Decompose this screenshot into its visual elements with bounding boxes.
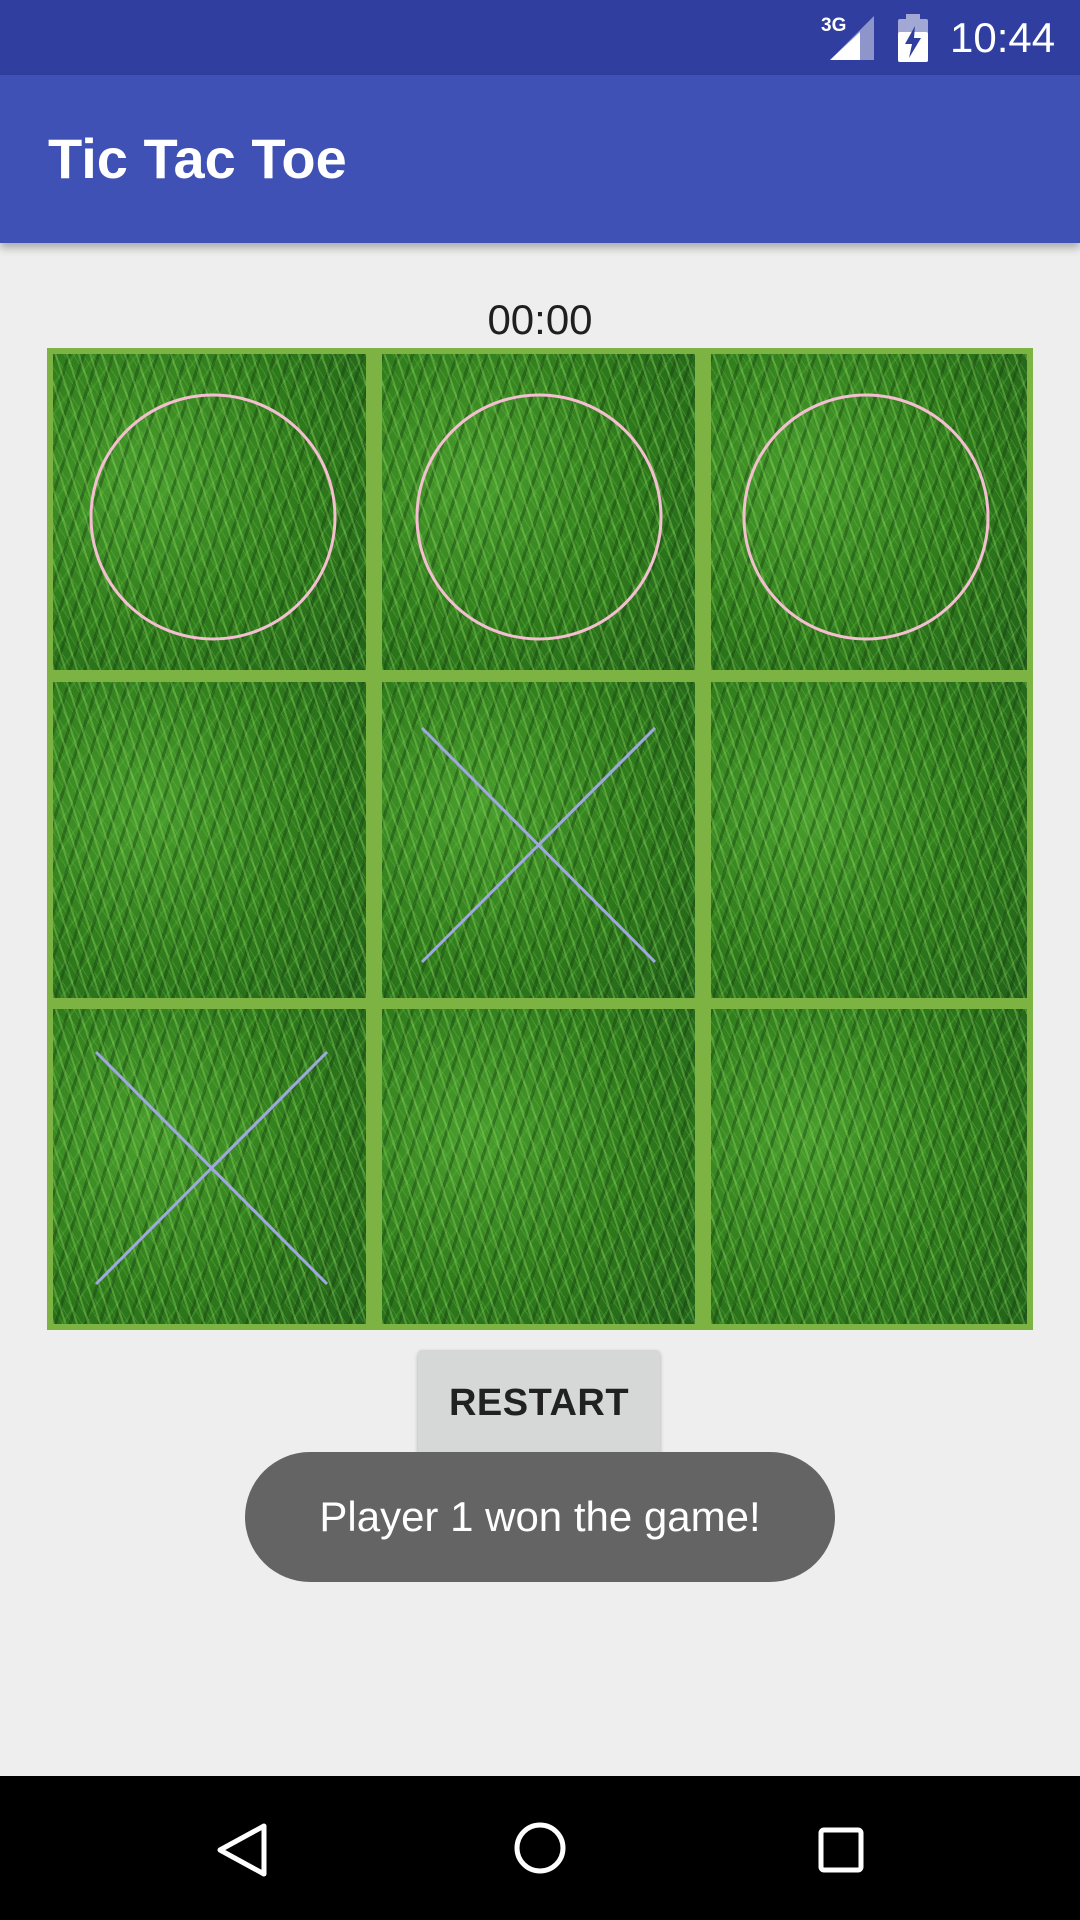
board-cell-1[interactable] [53,354,366,670]
recents-button[interactable] [790,1798,890,1898]
board-cell-2[interactable] [382,354,695,670]
o-mark-1 [89,393,337,641]
app-bar: Tic Tac Toe [0,75,1080,243]
toast-message: Player 1 won the game! [245,1452,835,1582]
o-mark-3 [742,393,990,641]
game-timer: 00:00 [487,296,593,343]
signal-icon: 3G [821,15,874,60]
board-cell-5[interactable] [382,682,695,998]
o-mark-2 [415,393,663,641]
game-board [47,348,1033,1330]
board-cell-9[interactable] [711,1009,1027,1324]
status-time: 10:44 [950,14,1056,61]
home-button[interactable] [490,1798,590,1898]
board-cell-4[interactable] [53,682,366,998]
navigation-bar [0,1776,1080,1920]
board-cell-3[interactable] [711,354,1027,670]
board-cell-8[interactable] [382,1009,695,1324]
x-mark-5 [420,726,657,964]
back-triangle-icon [217,1823,267,1877]
home-circle-icon [514,1822,566,1874]
network-type-label: 3G [821,15,846,36]
status-bar: 3G 10:44 [0,0,1080,75]
x-mark-7 [94,1050,329,1286]
back-button[interactable] [190,1798,290,1898]
restart-button[interactable]: RESTART [418,1350,660,1456]
battery-charging-icon [898,14,928,62]
board-cell-6[interactable] [711,682,1027,998]
board-cell-7[interactable] [53,1009,366,1324]
app-title: Tic Tac Toe [48,127,347,190]
recents-square-icon [818,1827,864,1873]
